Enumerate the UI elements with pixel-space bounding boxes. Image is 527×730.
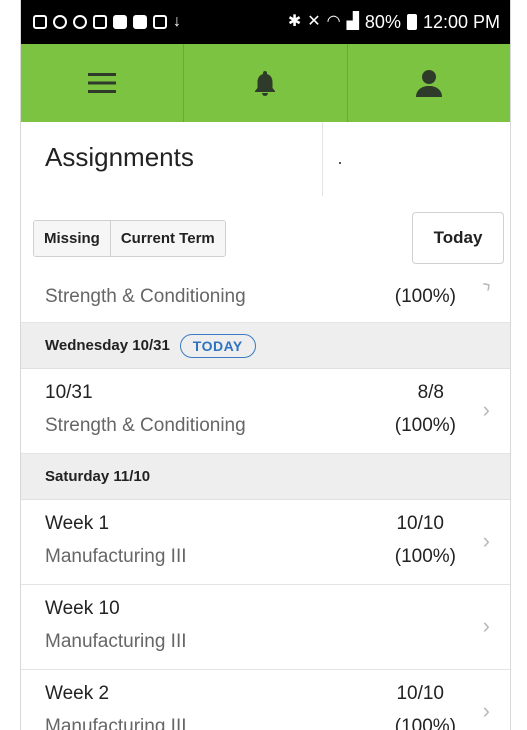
score: 10/10 [396, 513, 444, 534]
list-item[interactable]: Strength & Conditioning (100%) › [21, 272, 510, 323]
score-percent: (100%) [394, 415, 456, 436]
course-name: Strength & Conditioning [45, 286, 246, 307]
chevron-right-icon: › [482, 698, 490, 723]
current-term-filter-button[interactable]: Current Term [109, 221, 225, 256]
day-header: Wednesday 10/31 TODAY [21, 323, 510, 369]
course-name: Manufacturing III [45, 716, 187, 730]
list-item[interactable]: Week 10 Manufacturing III › [21, 585, 510, 670]
battery-icon [406, 14, 417, 30]
course-name: Manufacturing III [45, 546, 187, 567]
system-icons: ✱ ✕ ◠ ▟ 80% 12:00 PM [288, 12, 510, 33]
today-badge: TODAY [179, 333, 256, 358]
menu-button[interactable] [21, 44, 185, 122]
day-label: Wednesday 10/31 [45, 337, 170, 354]
filter-bar: Missing Current Term Today [21, 196, 510, 282]
signal-icon: ▟ [346, 13, 359, 30]
notification-icons: ↓ [21, 14, 181, 30]
score: 8/8 [417, 382, 444, 403]
hamburger-menu-icon [88, 73, 117, 93]
download-icon: ↓ [173, 13, 181, 30]
assignment-list: Strength & Conditioning (100%) › Wednesd… [21, 272, 510, 730]
day-header: Saturday 11/10 [21, 454, 510, 500]
phone-screen: ↓ ✱ ✕ ◠ ▟ 80% 12:00 PM Assignments Missi… [20, 0, 511, 730]
clock: 12:00 PM [422, 11, 500, 32]
header-dot [339, 162, 341, 164]
at-icon [73, 15, 87, 29]
assignment-name: Week 2 [45, 683, 110, 704]
mute-icon: ✕ [307, 13, 321, 30]
notifications-button[interactable] [184, 44, 348, 122]
list-item[interactable]: Week 2 Manufacturing III 10/10 (100%) › [21, 670, 510, 730]
chevron-right-icon: › [482, 397, 490, 422]
page-title: Assignments [45, 142, 194, 172]
chevron-right-icon: › [482, 613, 490, 638]
bluetooth-icon: ✱ [287, 13, 302, 30]
score-percent: (100%) [394, 286, 456, 307]
wifi-icon: ◠ [326, 13, 341, 30]
missing-filter-button[interactable]: Missing [34, 221, 110, 256]
image-icon [113, 15, 127, 29]
voicemail-icon [53, 15, 67, 29]
bag-icon [33, 15, 47, 29]
course-name: Manufacturing III [45, 631, 187, 652]
score-percent: (100%) [394, 546, 456, 567]
score: 10/10 [396, 683, 444, 704]
battery-percent: 80% [364, 11, 401, 32]
day-label: Saturday 11/10 [45, 468, 151, 485]
app-icon [93, 15, 107, 29]
status-bar: ↓ ✱ ✕ ◠ ▟ 80% 12:00 PM [21, 0, 510, 44]
list-item[interactable]: 10/31 Strength & Conditioning 8/8 (100%)… [21, 369, 510, 454]
header-divider [322, 122, 323, 196]
today-button[interactable]: Today [412, 212, 504, 264]
message-icon [153, 15, 167, 29]
score-percent: (100%) [394, 716, 456, 730]
top-nav [21, 44, 510, 122]
page-header: Assignments [21, 122, 510, 197]
filter-segment: Missing Current Term [33, 220, 226, 257]
flipboard-icon [133, 15, 147, 29]
assignment-name: 10/31 [45, 382, 93, 403]
user-icon [415, 70, 442, 97]
assignment-name: Week 1 [45, 513, 110, 534]
chevron-right-icon: › [482, 528, 490, 553]
assignment-name: Week 10 [45, 598, 120, 619]
course-name: Strength & Conditioning [45, 415, 246, 436]
profile-button[interactable] [348, 44, 510, 122]
bell-icon [255, 71, 276, 96]
list-item[interactable]: Week 1 Manufacturing III 10/10 (100%) › [21, 500, 510, 585]
